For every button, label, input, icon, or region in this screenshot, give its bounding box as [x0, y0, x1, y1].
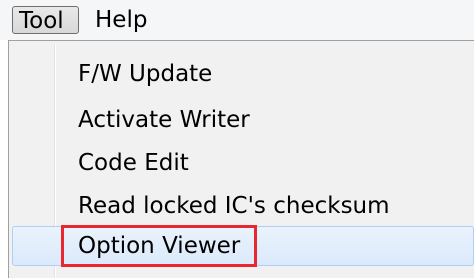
- menu-item-label: Read locked IC's checksum: [78, 193, 390, 219]
- menu-bar: Tool Help: [0, 0, 474, 40]
- menu-item-label: F/W Update: [78, 61, 213, 87]
- menu-item-code-edit[interactable]: Code Edit: [12, 143, 474, 183]
- menu-help[interactable]: Help: [95, 6, 155, 34]
- menu-item-label: Code Edit: [78, 150, 189, 176]
- screenshot: Tool Help F/W Update Activate Writer Cod…: [0, 0, 474, 278]
- menu-tool[interactable]: Tool: [12, 6, 79, 34]
- menu-item-activate-writer[interactable]: Activate Writer: [12, 100, 474, 140]
- menu-item-read-locked-checksum[interactable]: Read locked IC's checksum: [12, 186, 474, 226]
- annotation-highlight-box: [61, 225, 257, 267]
- menu-item-fw-update[interactable]: F/W Update: [12, 54, 474, 94]
- menu-item-label: Activate Writer: [78, 107, 250, 133]
